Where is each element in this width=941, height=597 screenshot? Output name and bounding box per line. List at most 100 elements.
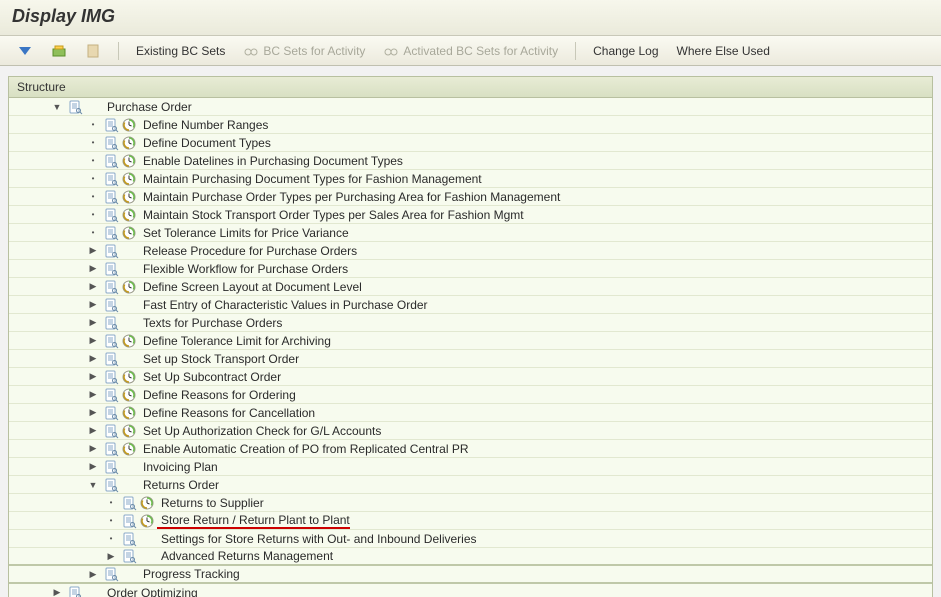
- tree-item-label[interactable]: Flexible Workflow for Purchase Orders: [139, 262, 348, 276]
- expand-toggle[interactable]: ▶: [87, 568, 99, 580]
- expand-toggle[interactable]: ▶: [87, 353, 99, 365]
- tree-item-label[interactable]: Define Screen Layout at Document Level: [139, 280, 362, 294]
- doc-icon: [103, 566, 119, 582]
- execute-icon[interactable]: [139, 495, 155, 511]
- tree-row[interactable]: ▶ Define Reasons for Cancellation: [9, 404, 932, 422]
- expand-toggle[interactable]: ▶: [87, 425, 99, 437]
- execute-icon[interactable]: [121, 225, 137, 241]
- expand-toggle[interactable]: ▶: [105, 550, 117, 562]
- tree-item-label[interactable]: Store Return / Return Plant to Plant: [157, 513, 350, 529]
- tree-item-label[interactable]: Invoicing Plan: [139, 460, 218, 474]
- tree-row[interactable]: ▶ Set up Stock Transport Order: [9, 350, 932, 368]
- tree-row[interactable]: •Set Tolerance Limits for Price Variance: [9, 224, 932, 242]
- tree-row[interactable]: ▶ Flexible Workflow for Purchase Orders: [9, 260, 932, 278]
- expand-toggle[interactable]: ▶: [87, 461, 99, 473]
- tree-item-label[interactable]: Define Tolerance Limit for Archiving: [139, 334, 331, 348]
- execute-icon[interactable]: [139, 513, 155, 529]
- tree-row[interactable]: ▶ Fast Entry of Characteristic Values in …: [9, 296, 932, 314]
- tree-item-label[interactable]: Set up Stock Transport Order: [139, 352, 299, 366]
- tree-row[interactable]: ▶ Texts for Purchase Orders: [9, 314, 932, 332]
- tree-row[interactable]: ▶ Invoicing Plan: [9, 458, 932, 476]
- execute-icon[interactable]: [121, 423, 137, 439]
- expand-toggle[interactable]: ▶: [87, 245, 99, 257]
- tree-row[interactable]: ▶ Define Tolerance Limit for Archiving: [9, 332, 932, 350]
- execute-icon[interactable]: [121, 117, 137, 133]
- execute-icon[interactable]: [121, 333, 137, 349]
- tree-row[interactable]: ▶ Enable Automatic Creation of PO from Re…: [9, 440, 932, 458]
- execute-icon[interactable]: [121, 369, 137, 385]
- tree-item-label[interactable]: Maintain Stock Transport Order Types per…: [139, 208, 524, 222]
- tree-row[interactable]: ▶ Define Screen Layout at Document Level: [9, 278, 932, 296]
- expand-toggle[interactable]: ▶: [87, 371, 99, 383]
- expand-toggle[interactable]: ▶: [87, 281, 99, 293]
- tree-row[interactable]: ▶ Define Reasons for Ordering: [9, 386, 932, 404]
- collapse-all-button[interactable]: [44, 40, 74, 62]
- execute-icon[interactable]: [121, 189, 137, 205]
- execute-icon[interactable]: [121, 153, 137, 169]
- execute-icon[interactable]: [121, 135, 137, 151]
- expand-toggle[interactable]: ▶: [51, 587, 63, 597]
- tree-row[interactable]: ▼ Returns Order: [9, 476, 932, 494]
- tree-item-label[interactable]: Define Reasons for Cancellation: [139, 406, 315, 420]
- tree-item-label[interactable]: Enable Automatic Creation of PO from Rep…: [139, 442, 469, 456]
- expand-toggle[interactable]: ▶: [87, 299, 99, 311]
- tree-row[interactable]: •Maintain Purchasing Document Types for …: [9, 170, 932, 188]
- tree-item-label[interactable]: Progress Tracking: [139, 567, 240, 581]
- toolbar-separator: [118, 42, 119, 60]
- existing-bc-sets-button[interactable]: Existing BC Sets: [129, 41, 232, 61]
- execute-icon[interactable]: [121, 207, 137, 223]
- tree-item-label[interactable]: Returns to Supplier: [157, 496, 264, 510]
- doc-icon: [103, 423, 119, 439]
- execute-icon[interactable]: [121, 387, 137, 403]
- tree-row[interactable]: ▶ Advanced Returns Management: [9, 548, 932, 566]
- collapse-toggle[interactable]: ▼: [51, 101, 63, 113]
- tree-item-label[interactable]: Release Procedure for Purchase Orders: [139, 244, 357, 258]
- tree-row[interactable]: ▶ Release Procedure for Purchase Orders: [9, 242, 932, 260]
- tree-row[interactable]: ▶ Order Optimizing: [9, 584, 932, 597]
- tree-row[interactable]: •Returns to Supplier: [9, 494, 932, 512]
- tree-row[interactable]: •Store Return / Return Plant to Plant: [9, 512, 932, 530]
- tree-item-label[interactable]: Set Up Subcontract Order: [139, 370, 281, 384]
- expand-toggle[interactable]: ▶: [87, 389, 99, 401]
- tree-row[interactable]: •Define Number Ranges: [9, 116, 932, 134]
- expand-toggle[interactable]: ▶: [87, 443, 99, 455]
- execute-icon[interactable]: [121, 171, 137, 187]
- tree-item-label[interactable]: Set Up Authorization Check for G/L Accou…: [139, 424, 381, 438]
- tree-item-label[interactable]: Texts for Purchase Orders: [139, 316, 282, 330]
- tree-row[interactable]: ▶ Set Up Subcontract Order: [9, 368, 932, 386]
- tree-item-label[interactable]: Define Document Types: [139, 136, 271, 150]
- tree-row[interactable]: •Settings for Store Returns with Out- an…: [9, 530, 932, 548]
- where-else-used-button[interactable]: Where Else Used: [670, 41, 777, 61]
- tree-item-label[interactable]: Maintain Purchase Order Types per Purcha…: [139, 190, 560, 204]
- tree-item-label[interactable]: Define Number Ranges: [139, 118, 268, 132]
- tree-item-label[interactable]: Set Tolerance Limits for Price Variance: [139, 226, 349, 240]
- expand-toggle[interactable]: ▶: [87, 317, 99, 329]
- expand-toggle[interactable]: ▶: [87, 407, 99, 419]
- execute-icon[interactable]: [121, 279, 137, 295]
- execute-icon[interactable]: [121, 405, 137, 421]
- tree-row[interactable]: ▼ Purchase Order: [9, 98, 932, 116]
- expand-toggle[interactable]: ▶: [87, 263, 99, 275]
- expand-all-button[interactable]: [10, 40, 40, 62]
- tree-item-label[interactable]: Purchase Order: [103, 100, 192, 114]
- tree-row[interactable]: •Maintain Stock Transport Order Types pe…: [9, 206, 932, 224]
- doc-icon: [103, 387, 119, 403]
- doc-icon: [103, 189, 119, 205]
- execute-icon[interactable]: [121, 441, 137, 457]
- tree-item-label[interactable]: Define Reasons for Ordering: [139, 388, 296, 402]
- tree-item-label[interactable]: Fast Entry of Characteristic Values in P…: [139, 298, 428, 312]
- tree-item-label[interactable]: Settings for Store Returns with Out- and…: [157, 532, 477, 546]
- tree-item-label[interactable]: Returns Order: [139, 478, 219, 492]
- tree-item-label[interactable]: Enable Datelines in Purchasing Document …: [139, 154, 403, 168]
- tree-row[interactable]: ▶ Set Up Authorization Check for G/L Acco…: [9, 422, 932, 440]
- tree-row[interactable]: •Define Document Types: [9, 134, 932, 152]
- tree-row[interactable]: •Maintain Purchase Order Types per Purch…: [9, 188, 932, 206]
- tree-item-label[interactable]: Order Optimizing: [103, 586, 198, 597]
- collapse-toggle[interactable]: ▼: [87, 479, 99, 491]
- change-log-button[interactable]: Change Log: [586, 41, 665, 61]
- tree-row[interactable]: ▶ Progress Tracking: [9, 566, 932, 584]
- tree-item-label[interactable]: Advanced Returns Management: [157, 549, 333, 563]
- tree-row[interactable]: •Enable Datelines in Purchasing Document…: [9, 152, 932, 170]
- tree-item-label[interactable]: Maintain Purchasing Document Types for F…: [139, 172, 482, 186]
- expand-toggle[interactable]: ▶: [87, 335, 99, 347]
